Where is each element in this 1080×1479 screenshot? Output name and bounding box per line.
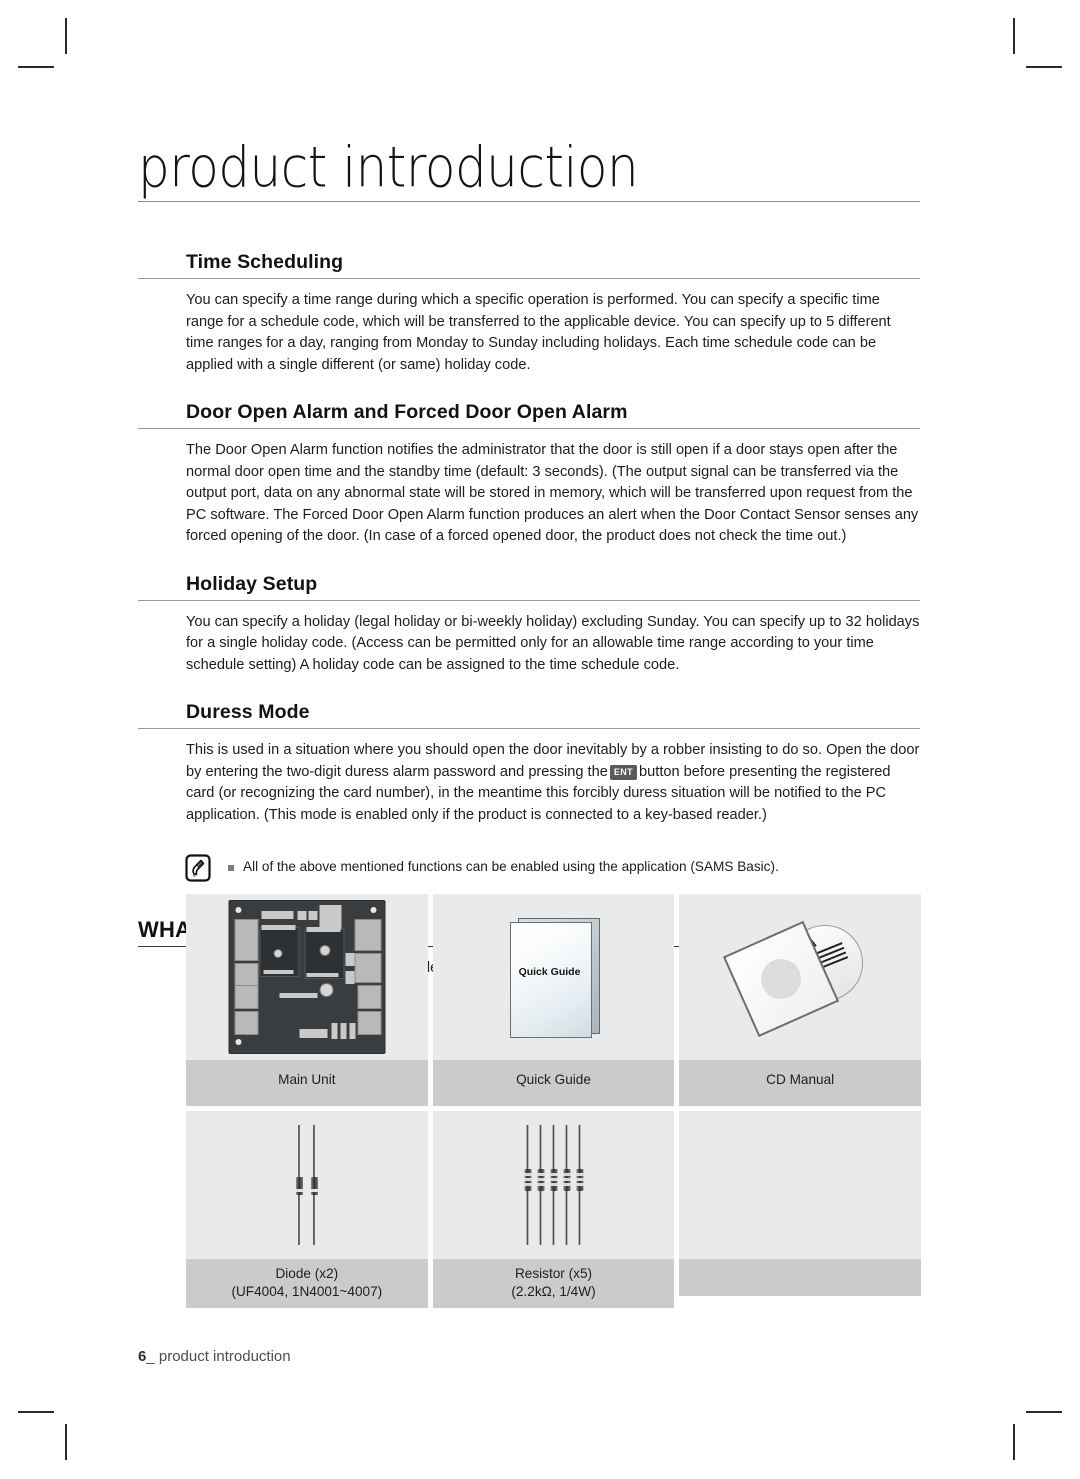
diode-graphic bbox=[295, 1125, 318, 1245]
caption-main: Diode (x2) bbox=[275, 1266, 339, 1281]
included-item-resistor: Resistor (x5) (2.2kΩ, 1/4W) bbox=[432, 1111, 675, 1308]
section-heading-holiday-setup: Holiday Setup bbox=[138, 572, 920, 601]
page-footer: 6_ product introduction bbox=[138, 1348, 291, 1365]
crop-mark-top-left-horizontal bbox=[18, 66, 54, 68]
manual-page: product introduction Time Scheduling You… bbox=[0, 0, 1080, 1479]
caption-main: CD Manual bbox=[766, 1072, 835, 1087]
resistor-graphic bbox=[524, 1125, 583, 1245]
resistor-component bbox=[576, 1125, 583, 1245]
section-heading-door-open-alarm: Door Open Alarm and Forced Door Open Ala… bbox=[138, 400, 920, 429]
footer-separator: _ bbox=[146, 1348, 155, 1365]
crop-mark-top-right-vertical bbox=[1013, 18, 1015, 54]
chapter-title-rule bbox=[138, 201, 920, 202]
included-items-row: Main Unit Quick Guide Quick Guide CD Man… bbox=[186, 894, 922, 1106]
included-item-empty bbox=[679, 1111, 922, 1308]
crop-mark-top-left-vertical bbox=[65, 18, 67, 54]
section-body-time-scheduling: You can specify a time range during whic… bbox=[186, 292, 891, 373]
note-callout: All of the above mentioned functions can… bbox=[138, 854, 920, 888]
included-item-caption: Resistor (x5) (2.2kΩ, 1/4W) bbox=[432, 1259, 675, 1308]
caption-main: Resistor (x5) bbox=[514, 1266, 593, 1281]
cd-sleeve-window bbox=[754, 952, 808, 1006]
pcb-board bbox=[228, 900, 386, 1054]
note-bullet-icon bbox=[228, 865, 234, 871]
chapter-header: product introduction bbox=[138, 137, 928, 199]
included-item-caption: Quick Guide bbox=[432, 1060, 675, 1106]
note-pen-icon bbox=[185, 854, 211, 882]
caption-main: Quick Guide bbox=[516, 1072, 591, 1087]
included-item-caption: Diode (x2) (UF4004, 1N4001~4007) bbox=[186, 1259, 428, 1308]
crop-mark-bottom-left-vertical bbox=[65, 1424, 67, 1460]
section-body-duress-mode: This is used in a situation where you sh… bbox=[138, 729, 920, 826]
included-item-caption: Main Unit bbox=[186, 1060, 428, 1106]
crop-mark-bottom-right-vertical bbox=[1013, 1424, 1015, 1460]
note-text: All of the above mentioned functions can… bbox=[243, 859, 779, 874]
booklet-graphic: Quick Guide bbox=[509, 918, 600, 1038]
section-heading-time-scheduling: Time Scheduling bbox=[138, 250, 920, 279]
included-item-cd-manual: CD Manual bbox=[679, 894, 922, 1106]
included-item-quick-guide: Quick Guide Quick Guide bbox=[432, 894, 675, 1106]
section-heading-duress-mode: Duress Mode bbox=[138, 700, 920, 729]
resistor-component bbox=[550, 1125, 557, 1245]
booklet-front-cover bbox=[509, 922, 592, 1038]
crop-mark-bottom-right-horizontal bbox=[1026, 1411, 1062, 1413]
resistor-component bbox=[537, 1125, 544, 1245]
diode-image bbox=[186, 1111, 428, 1259]
empty-image-slot bbox=[679, 1111, 922, 1259]
cd-manual-image bbox=[679, 894, 922, 1060]
included-item-diode: Diode (x2) (UF4004, 1N4001~4007) bbox=[186, 1111, 428, 1308]
included-item-caption: CD Manual bbox=[679, 1060, 922, 1106]
included-items-grid: Main Unit Quick Guide Quick Guide CD Man… bbox=[186, 894, 922, 1313]
resistor-component bbox=[563, 1125, 570, 1245]
ent-key-icon: ENT bbox=[609, 764, 638, 780]
caption-main: Main Unit bbox=[278, 1072, 336, 1087]
resistor-image bbox=[432, 1111, 675, 1259]
included-items-row: Diode (x2) (UF4004, 1N4001~4007) Resisto… bbox=[186, 1111, 922, 1308]
resistor-component bbox=[524, 1125, 531, 1245]
included-item-main-unit: Main Unit bbox=[186, 894, 428, 1106]
section-body-door-open-alarm: The Door Open Alarm function notifies th… bbox=[186, 442, 919, 544]
quick-guide-booklet-image: Quick Guide bbox=[432, 894, 675, 1060]
content-column: Time Scheduling You can specify a time r… bbox=[138, 250, 920, 980]
chapter-title: product introduction bbox=[138, 134, 639, 200]
caption-sub: (UF4004, 1N4001~4007) bbox=[231, 1284, 383, 1299]
caption-sub: (2.2kΩ, 1/4W) bbox=[511, 1284, 596, 1299]
empty-caption-slot bbox=[679, 1259, 922, 1296]
crop-mark-bottom-left-horizontal bbox=[18, 1411, 54, 1413]
cd-manual-graphic bbox=[723, 917, 875, 1038]
footer-label: product introduction bbox=[158, 1348, 291, 1365]
booklet-cover-label: Quick Guide bbox=[518, 966, 581, 978]
pcb-main-unit-image bbox=[186, 894, 428, 1060]
crop-mark-top-right-horizontal bbox=[1026, 66, 1062, 68]
section-body-holiday-setup: You can specify a holiday (legal holiday… bbox=[186, 613, 920, 673]
diode-component bbox=[310, 1125, 318, 1245]
diode-component bbox=[295, 1125, 303, 1245]
